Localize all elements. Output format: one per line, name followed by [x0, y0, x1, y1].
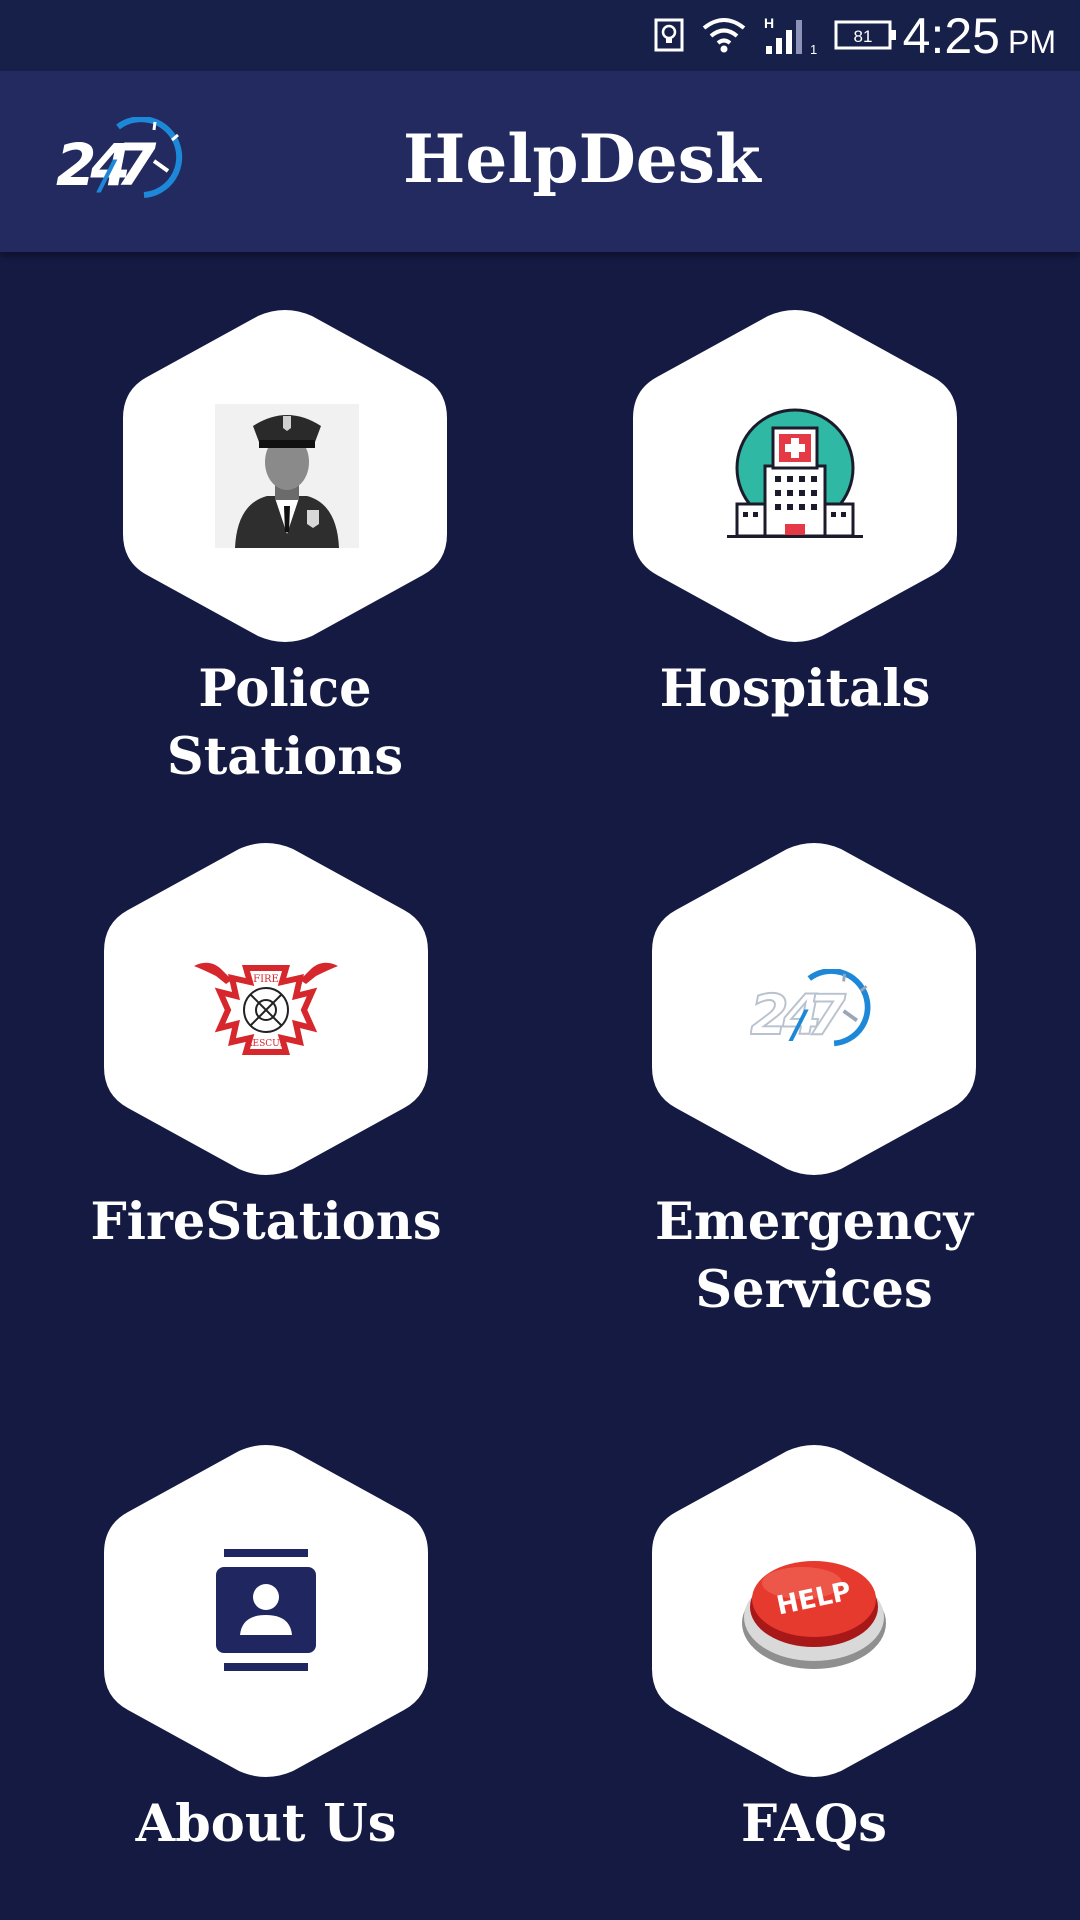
battery-level: 81	[854, 27, 873, 46]
svg-text:FIRE: FIRE	[253, 974, 279, 985]
svg-text:RESCUE: RESCUE	[246, 1039, 287, 1049]
contact-card-icon	[216, 1549, 316, 1671]
sim-slot-label: 1	[810, 42, 817, 56]
tile-hospitals[interactable]: Hospitals	[595, 310, 995, 730]
battery-icon: 81	[834, 20, 898, 56]
app-bar: 24 / 7 HelpDesk	[0, 71, 1080, 252]
app-title: HelpDesk	[403, 120, 761, 198]
wifi-icon	[700, 16, 748, 58]
247-logo-icon[interactable]: 24 / 7	[56, 116, 192, 203]
status-clock: 4:25 PM	[903, 6, 1056, 66]
tile-label: Police Stations	[166, 659, 404, 787]
tile-label: FireStations	[90, 1192, 442, 1252]
247-logo-icon: 24 / 7	[750, 969, 871, 1049]
svg-text:/: /	[788, 1003, 809, 1047]
signal-icon: H 1	[764, 15, 820, 60]
svg-text:7: 7	[116, 131, 157, 199]
clock-time: 4:25	[902, 8, 1000, 64]
network-type-label: H	[764, 16, 774, 31]
tile-label: About Us	[135, 1794, 397, 1854]
tile-label: Emergency Services	[654, 1192, 974, 1320]
tile-label: FAQs	[741, 1794, 887, 1854]
status-bar: H 1 81 4:25 PM	[0, 0, 1080, 71]
help-button-icon: HELP	[742, 1561, 886, 1669]
tile-label: Hospitals	[659, 659, 931, 719]
fire-rescue-icon: FIRE RESCUE	[194, 962, 338, 1055]
tile-fire-stations[interactable]: FIRE RESCUE FireStations	[66, 843, 466, 1263]
clock-ampm: PM	[1008, 24, 1056, 60]
tile-emergency-services[interactable]: 24 / 7 Emergency Services	[614, 843, 1014, 1323]
tile-about-us[interactable]: About Us	[66, 1445, 466, 1865]
svg-text:7: 7	[807, 984, 846, 1048]
app-screen: H 1 81 4:25 PM 24 / 7 HelpDesk Police St…	[0, 0, 1080, 1920]
police-officer-icon	[215, 404, 359, 548]
notification-icon	[654, 18, 684, 56]
hospital-icon	[727, 408, 863, 538]
tile-police-stations[interactable]: Police Stations	[85, 310, 485, 787]
tile-faqs[interactable]: HELP FAQs	[614, 1445, 1014, 1865]
